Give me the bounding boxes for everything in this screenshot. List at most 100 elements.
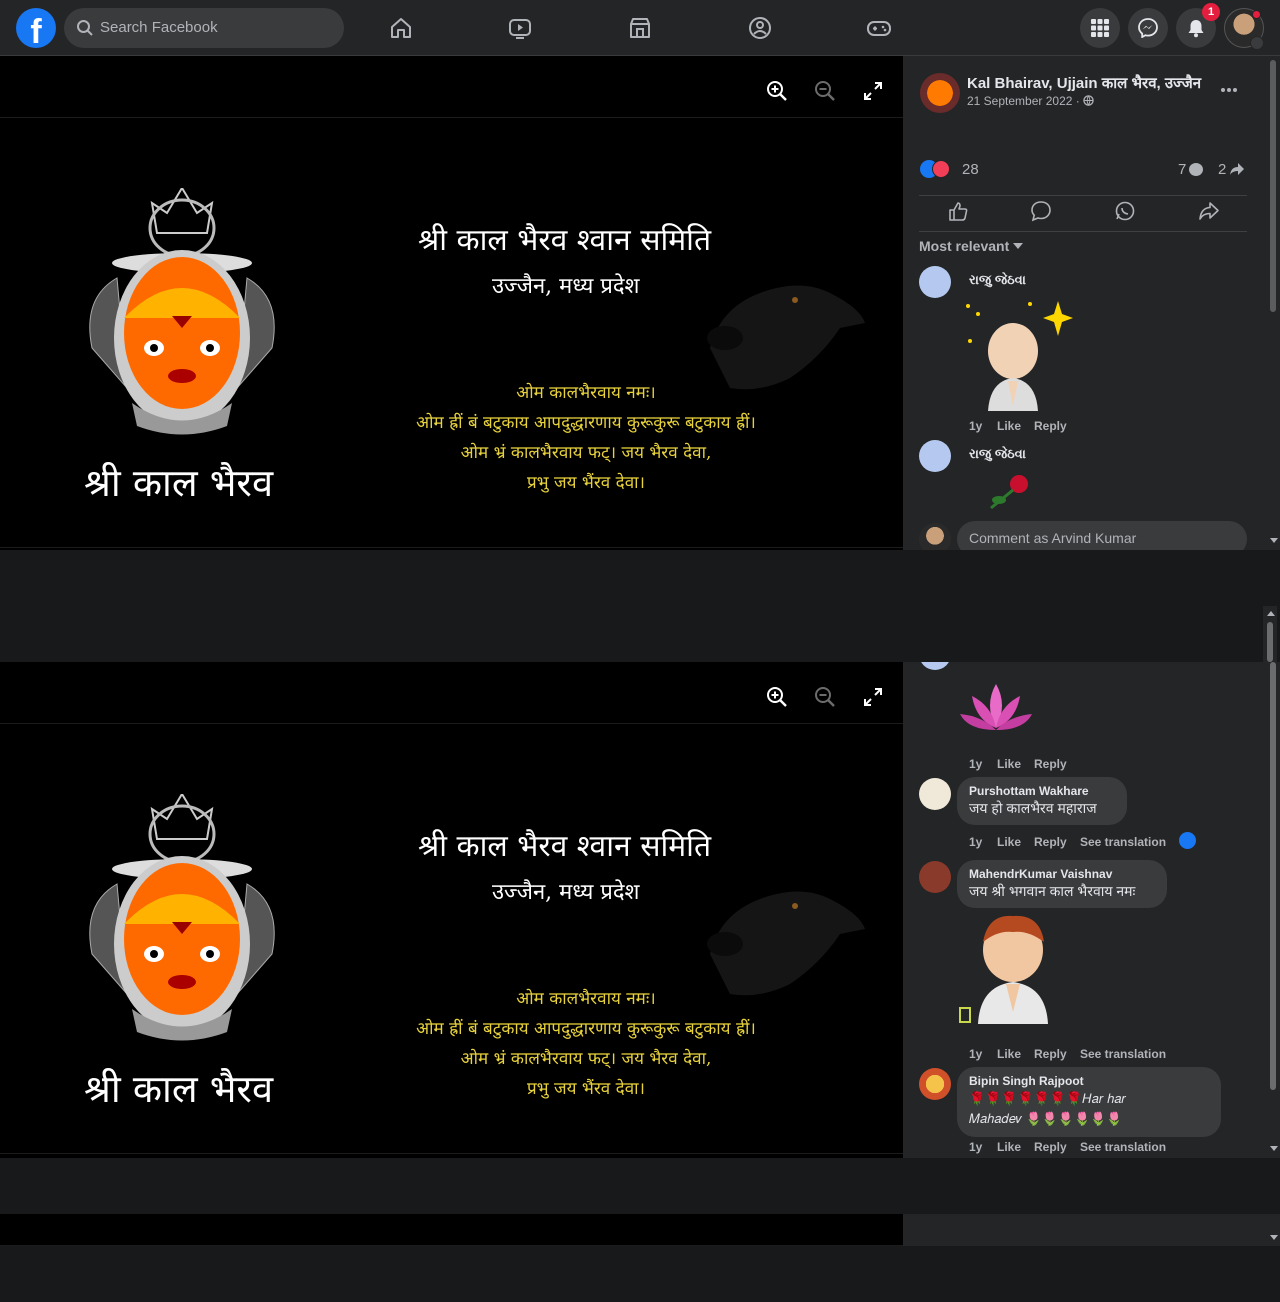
comment-like-button[interactable]: Like bbox=[997, 1047, 1021, 1061]
comment-reply-button[interactable]: Reply bbox=[1034, 835, 1067, 849]
menu-button[interactable] bbox=[1080, 8, 1120, 48]
commenter-name[interactable]: MahendrKumar Vaishnav bbox=[969, 867, 1155, 881]
groups-icon[interactable] bbox=[746, 14, 774, 42]
lotus-sticker bbox=[960, 684, 1032, 730]
share-count[interactable]: 2 bbox=[1218, 161, 1226, 178]
scrollbar-track bbox=[1263, 606, 1277, 662]
comment-time[interactable]: 1y bbox=[969, 757, 982, 771]
avatar-sticker bbox=[966, 301, 1073, 411]
namaste-avatar-sticker bbox=[959, 915, 1048, 1024]
commenter-avatar[interactable] bbox=[919, 266, 951, 298]
comment-like-button[interactable]: Like bbox=[997, 835, 1021, 849]
commenter-avatar[interactable] bbox=[919, 440, 951, 472]
comment-reply-button[interactable]: Reply bbox=[1034, 757, 1067, 771]
deity-name: श्री काल भैरव bbox=[84, 1067, 274, 1111]
image-title: श्री काल भैरव श्वान समिति bbox=[418, 223, 712, 258]
see-translation-link[interactable]: See translation bbox=[1080, 1140, 1166, 1154]
home-icon[interactable] bbox=[387, 14, 415, 42]
scroll-down-icon[interactable] bbox=[1270, 1235, 1278, 1240]
commenter-name[interactable]: Purshottam Wakhare bbox=[969, 784, 1115, 798]
comment-placeholder: Comment as Arvind Kumar bbox=[969, 530, 1137, 546]
comment-time[interactable]: 1y bbox=[969, 835, 982, 849]
gaming-icon[interactable] bbox=[865, 14, 893, 42]
comment-text: 🌹🌹🌹🌹🌹🌹🌹𝐻𝑎𝑟 ℎ𝑎𝑟 𝑀𝑎ℎ𝑎𝑑𝑒𝑣 🌷🌷🌷🌷🌷🌷 bbox=[969, 1089, 1209, 1129]
scroll-up-icon[interactable] bbox=[1267, 611, 1275, 616]
image-subtitle: उज्जैन, मध्य प्रदेश bbox=[492, 274, 640, 299]
mantra-line: ओम ह्रीं बं बटुकाय आपदुद्धारणाय कुरूकुरू… bbox=[416, 413, 756, 433]
reaction-count[interactable]: 28 bbox=[962, 161, 979, 178]
marketplace-icon[interactable] bbox=[626, 14, 654, 42]
like-button[interactable] bbox=[947, 200, 969, 222]
image-subtitle: उज्जैन, मध्य प्रदेश bbox=[492, 880, 640, 905]
see-translation-link[interactable]: See translation bbox=[1080, 1047, 1166, 1061]
page-avatar[interactable] bbox=[920, 73, 960, 113]
comment-like-button[interactable]: Like bbox=[997, 757, 1021, 771]
screenshot-gap bbox=[0, 550, 1280, 662]
fullscreen-icon[interactable] bbox=[861, 79, 885, 103]
comment-bubble: Purshottam Wakhare जय हो कालभैरव महाराज bbox=[957, 777, 1127, 825]
comment-reply-button[interactable]: Reply bbox=[1034, 1047, 1067, 1061]
commenter-name[interactable]: રાજુ જેઠવા bbox=[969, 446, 1026, 462]
scrollbar-thumb[interactable] bbox=[1270, 662, 1276, 1090]
whatsapp-send-button[interactable] bbox=[1114, 200, 1136, 222]
mantra-line: प्रभु जय भैंरव देवा। bbox=[527, 473, 645, 493]
comment-text-line: 🌹🌹🌹🌹🌹🌹🌹𝐻𝑎𝑟 ℎ𝑎𝑟 bbox=[969, 1091, 1126, 1106]
commenter-avatar[interactable] bbox=[919, 662, 951, 670]
zoom-out-icon[interactable] bbox=[813, 79, 837, 103]
comment-time[interactable]: 1y bbox=[969, 419, 982, 433]
comment-text: जय श्री भगवान काल भैरवाय नमः bbox=[969, 883, 1136, 899]
comment-like-button[interactable]: Like bbox=[997, 1140, 1021, 1154]
photo-viewer: श्री काल भैरव श्वान समिति उज्जैन, मध्य प… bbox=[0, 56, 903, 550]
commenter-avatar[interactable] bbox=[919, 861, 951, 893]
globe-icon bbox=[1083, 95, 1094, 106]
sort-dropdown[interactable]: Most relevant bbox=[919, 238, 1024, 254]
zoom-in-icon[interactable] bbox=[765, 79, 789, 103]
watch-icon[interactable] bbox=[506, 14, 534, 42]
screenshot-gap bbox=[0, 1158, 1280, 1214]
scrollbar[interactable] bbox=[1266, 56, 1280, 550]
facebook-logo-letter: f bbox=[30, 13, 42, 48]
zoom-in-icon[interactable] bbox=[765, 685, 789, 709]
like-reaction-icon[interactable] bbox=[1179, 832, 1196, 849]
scroll-down-icon[interactable] bbox=[1270, 1146, 1278, 1151]
share-button[interactable] bbox=[1198, 200, 1220, 222]
comment-count[interactable]: 7 bbox=[1178, 161, 1186, 178]
comment-reply-button[interactable]: Reply bbox=[1034, 419, 1067, 433]
commenter-name[interactable]: Bipin Singh Rajpoot bbox=[969, 1074, 1209, 1088]
top-navigation-bar: f Search Facebook 1 bbox=[0, 0, 1280, 56]
sort-label: Most relevant bbox=[919, 238, 1010, 254]
scroll-down-icon[interactable] bbox=[1270, 538, 1278, 543]
post-date[interactable]: 21 September 2022 · bbox=[967, 94, 1094, 108]
account-chevron-icon[interactable] bbox=[1250, 36, 1264, 50]
zoom-out-icon[interactable] bbox=[813, 685, 837, 709]
page-name[interactable]: Kal Bhairav, Ujjain काल भैरव, उज्जैन bbox=[967, 73, 1201, 93]
post-sidebar-sliver bbox=[903, 1214, 1280, 1246]
scrollbar-thumb[interactable] bbox=[1270, 60, 1276, 312]
see-translation-link[interactable]: See translation bbox=[1080, 835, 1166, 849]
post-sidebar-scrolled: 1y Like Reply Purshottam Wakhare जय हो क… bbox=[903, 662, 1280, 1158]
comment-time[interactable]: 1y bbox=[969, 1140, 982, 1154]
commenter-name[interactable]: રાજુ જેઠવા bbox=[969, 272, 1026, 288]
comment-like-button[interactable]: Like bbox=[997, 419, 1021, 433]
comment-input[interactable]: Comment as Arvind Kumar bbox=[957, 521, 1247, 550]
scrollbar-thumb[interactable] bbox=[1267, 622, 1273, 662]
deity-illustration bbox=[89, 188, 275, 435]
status-dot bbox=[1252, 10, 1261, 19]
share-count-icon bbox=[1230, 163, 1244, 175]
deity-illustration bbox=[89, 794, 275, 1041]
commenter-avatar[interactable] bbox=[919, 778, 951, 810]
messenger-button[interactable] bbox=[1128, 8, 1168, 48]
scrollbar[interactable] bbox=[1266, 662, 1280, 1158]
search-input[interactable]: Search Facebook bbox=[100, 19, 218, 36]
search-box[interactable]: Search Facebook bbox=[64, 8, 344, 48]
facebook-logo[interactable]: f bbox=[16, 8, 56, 48]
comment-button[interactable] bbox=[1030, 200, 1052, 222]
caret-down-icon bbox=[1013, 243, 1024, 249]
fullscreen-icon[interactable] bbox=[861, 685, 885, 709]
mantra-line: ओम कालभैरवाय नमः। bbox=[516, 383, 656, 403]
comment-reply-button[interactable]: Reply bbox=[1034, 1140, 1067, 1154]
commenter-avatar[interactable] bbox=[919, 1068, 951, 1100]
more-options-icon[interactable] bbox=[1219, 82, 1239, 98]
mantra-text: ओम कालभैरवाय नमः। ओम ह्रीं बं बटुकाय आपद… bbox=[400, 378, 772, 498]
comment-time[interactable]: 1y bbox=[969, 1047, 982, 1061]
